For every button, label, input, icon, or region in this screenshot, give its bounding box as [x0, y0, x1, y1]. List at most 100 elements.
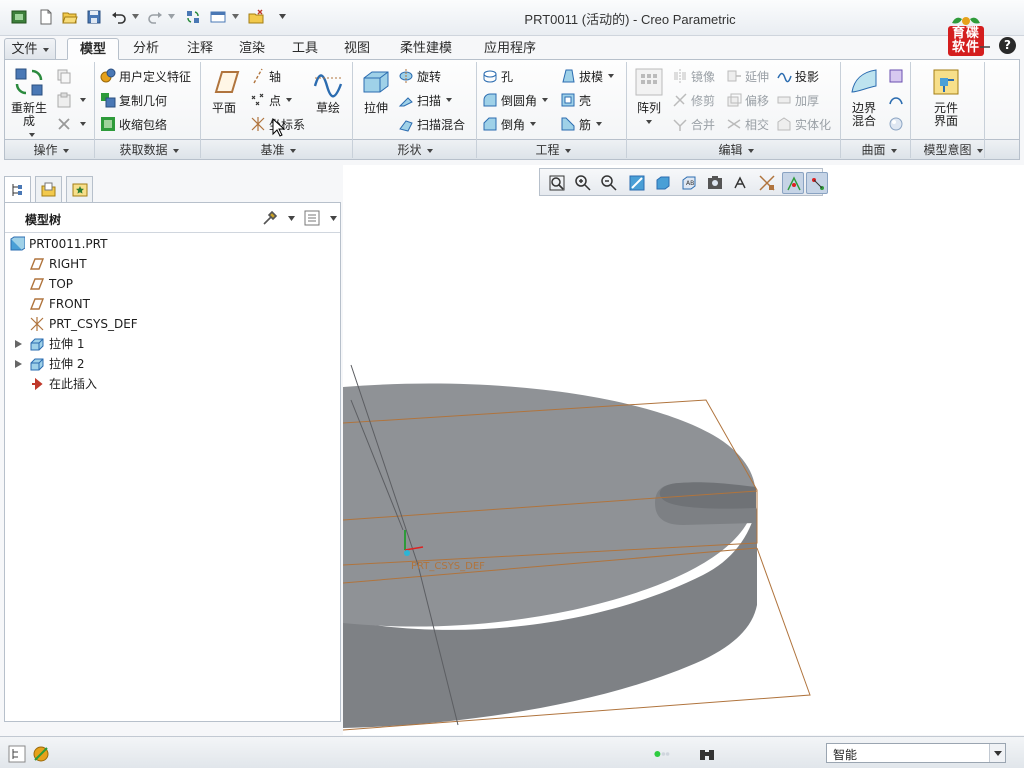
- draft-button[interactable]: 拔模: [560, 66, 615, 86]
- datum-display-button[interactable]: [756, 172, 778, 194]
- group-datum[interactable]: 基准: [205, 142, 351, 158]
- tab-model[interactable]: 模型: [67, 38, 119, 60]
- extrude-button[interactable]: 拉伸: [358, 66, 394, 115]
- regenerate-button[interactable]: 重新生成: [8, 66, 50, 141]
- sketch-button[interactable]: 草绘: [308, 66, 348, 115]
- tab-folder-browser[interactable]: [35, 176, 62, 202]
- new-file-icon[interactable]: [37, 8, 55, 26]
- app-icon[interactable]: [10, 8, 28, 26]
- tab-view[interactable]: 视图: [334, 38, 380, 60]
- tab-analysis[interactable]: 分析: [122, 38, 170, 60]
- trim-button[interactable]: 修剪: [672, 90, 715, 110]
- save-icon[interactable]: [85, 8, 103, 26]
- tree-show-icon[interactable]: [303, 209, 321, 227]
- group-editing[interactable]: 编辑: [631, 142, 841, 158]
- group-get-data[interactable]: 获取数据: [97, 142, 201, 158]
- revolve-button[interactable]: 旋转: [398, 66, 441, 86]
- tree-item-front[interactable]: FRONT: [5, 294, 340, 314]
- zoom-out-button[interactable]: [598, 172, 620, 194]
- user-defined-feature-button[interactable]: 用户定义特征: [100, 66, 191, 86]
- group-operations[interactable]: 操作: [9, 142, 93, 158]
- offset-button[interactable]: 偏移: [726, 90, 769, 110]
- graphics-window[interactable]: PRT_CSYS_DEF: [343, 165, 1024, 735]
- selection-filter-select[interactable]: 智能: [826, 743, 1006, 763]
- undo-icon[interactable]: [110, 8, 128, 26]
- hole-button[interactable]: 孔: [482, 66, 513, 86]
- group-shapes[interactable]: 形状: [355, 142, 475, 158]
- tab-tools[interactable]: 工具: [282, 38, 328, 60]
- navigator-toggle-icon[interactable]: [8, 745, 26, 763]
- tree-settings-dropdown-icon[interactable]: [288, 216, 295, 221]
- tab-file[interactable]: 文件: [4, 38, 56, 60]
- mirror-button[interactable]: 镜像: [672, 66, 715, 86]
- tab-annotate[interactable]: 注释: [176, 38, 224, 60]
- tree-item-insert-here[interactable]: 在此插入: [5, 374, 340, 394]
- tab-applications[interactable]: 应用程序: [474, 38, 546, 60]
- expand-arrow-icon[interactable]: [15, 340, 22, 348]
- model-view[interactable]: PRT_CSYS_DEF: [343, 165, 1024, 735]
- tab-flexible-modeling[interactable]: 柔性建模: [390, 38, 462, 60]
- tree-settings-icon[interactable]: [261, 209, 279, 227]
- swept-blend-button[interactable]: 扫描混合: [398, 114, 465, 134]
- extend-button[interactable]: 延伸: [726, 66, 769, 86]
- group-surfaces[interactable]: 曲面: [845, 142, 913, 158]
- expand-arrow-icon[interactable]: [15, 360, 22, 368]
- group-model-intent[interactable]: 模型意图: [915, 142, 991, 158]
- thicken-button[interactable]: 加厚: [776, 90, 819, 110]
- zoom-in-button[interactable]: [572, 172, 594, 194]
- windows-dropdown-icon[interactable]: [232, 14, 239, 20]
- sweep-button[interactable]: 扫描: [398, 90, 453, 110]
- display-style-button[interactable]: [652, 172, 674, 194]
- close-window-icon[interactable]: [247, 8, 265, 26]
- delete-button[interactable]: [56, 114, 86, 134]
- tab-render[interactable]: 渲染: [229, 38, 275, 60]
- solidify-button[interactable]: 实体化: [776, 114, 831, 134]
- pattern-button[interactable]: 阵列: [632, 66, 666, 128]
- project-button[interactable]: 投影: [776, 66, 819, 86]
- copy-button[interactable]: [56, 66, 75, 86]
- chevron-down-icon[interactable]: [989, 744, 1005, 762]
- tree-item-top[interactable]: TOP: [5, 274, 340, 294]
- component-interface-button[interactable]: 元件界面: [924, 66, 968, 128]
- refit-button[interactable]: [546, 172, 568, 194]
- customize-icon[interactable]: [279, 14, 286, 20]
- axis-button[interactable]: 轴: [250, 66, 281, 86]
- redo-dropdown-icon[interactable]: [168, 14, 175, 20]
- boundary-blend-button[interactable]: 边界混合: [846, 66, 882, 128]
- copy-geometry-button[interactable]: 复制几何: [100, 90, 167, 110]
- tree-item-extrude-1[interactable]: 拉伸 1: [5, 334, 340, 354]
- repaint-button[interactable]: [626, 172, 648, 194]
- chamfer-button[interactable]: 倒角: [482, 114, 537, 134]
- undo-dropdown-icon[interactable]: [132, 14, 139, 20]
- spin-center-button[interactable]: [782, 172, 804, 194]
- tree-item-right[interactable]: RIGHT: [5, 254, 340, 274]
- style-button[interactable]: [888, 90, 907, 110]
- shell-button[interactable]: 壳: [560, 90, 591, 110]
- point-button[interactable]: 点: [250, 90, 293, 110]
- tree-item-extrude-2[interactable]: 拉伸 2: [5, 354, 340, 374]
- tab-model-tree[interactable]: [4, 176, 31, 202]
- view-manager-button[interactable]: [704, 172, 726, 194]
- open-folder-icon[interactable]: [61, 8, 79, 26]
- annotation-display-button[interactable]: [806, 172, 828, 194]
- fill-button[interactable]: [888, 66, 907, 86]
- merge-button[interactable]: 合并: [672, 114, 715, 134]
- redo-icon[interactable]: [146, 8, 164, 26]
- regenerate-icon[interactable]: [184, 8, 202, 26]
- saved-views-button[interactable]: AB: [678, 172, 700, 194]
- round-button[interactable]: 倒圆角: [482, 90, 549, 110]
- intersect-button[interactable]: 相交: [726, 114, 769, 134]
- windows-icon[interactable]: [209, 8, 227, 26]
- tree-show-dropdown-icon[interactable]: [330, 216, 337, 221]
- tab-favorites[interactable]: [66, 176, 93, 202]
- group-engineering[interactable]: 工程: [479, 142, 627, 158]
- paste-button[interactable]: [56, 90, 86, 110]
- freestyle-button[interactable]: [888, 114, 907, 134]
- tree-item-part[interactable]: PRT0011.PRT: [5, 234, 340, 254]
- tree-item-csys[interactable]: PRT_CSYS_DEF: [5, 314, 340, 334]
- browser-toggle-icon[interactable]: [32, 745, 50, 763]
- shrinkwrap-button[interactable]: 收缩包络: [100, 114, 167, 134]
- find-icon[interactable]: [698, 745, 716, 763]
- perspective-button[interactable]: [730, 172, 752, 194]
- plane-button[interactable]: 平面: [204, 66, 244, 115]
